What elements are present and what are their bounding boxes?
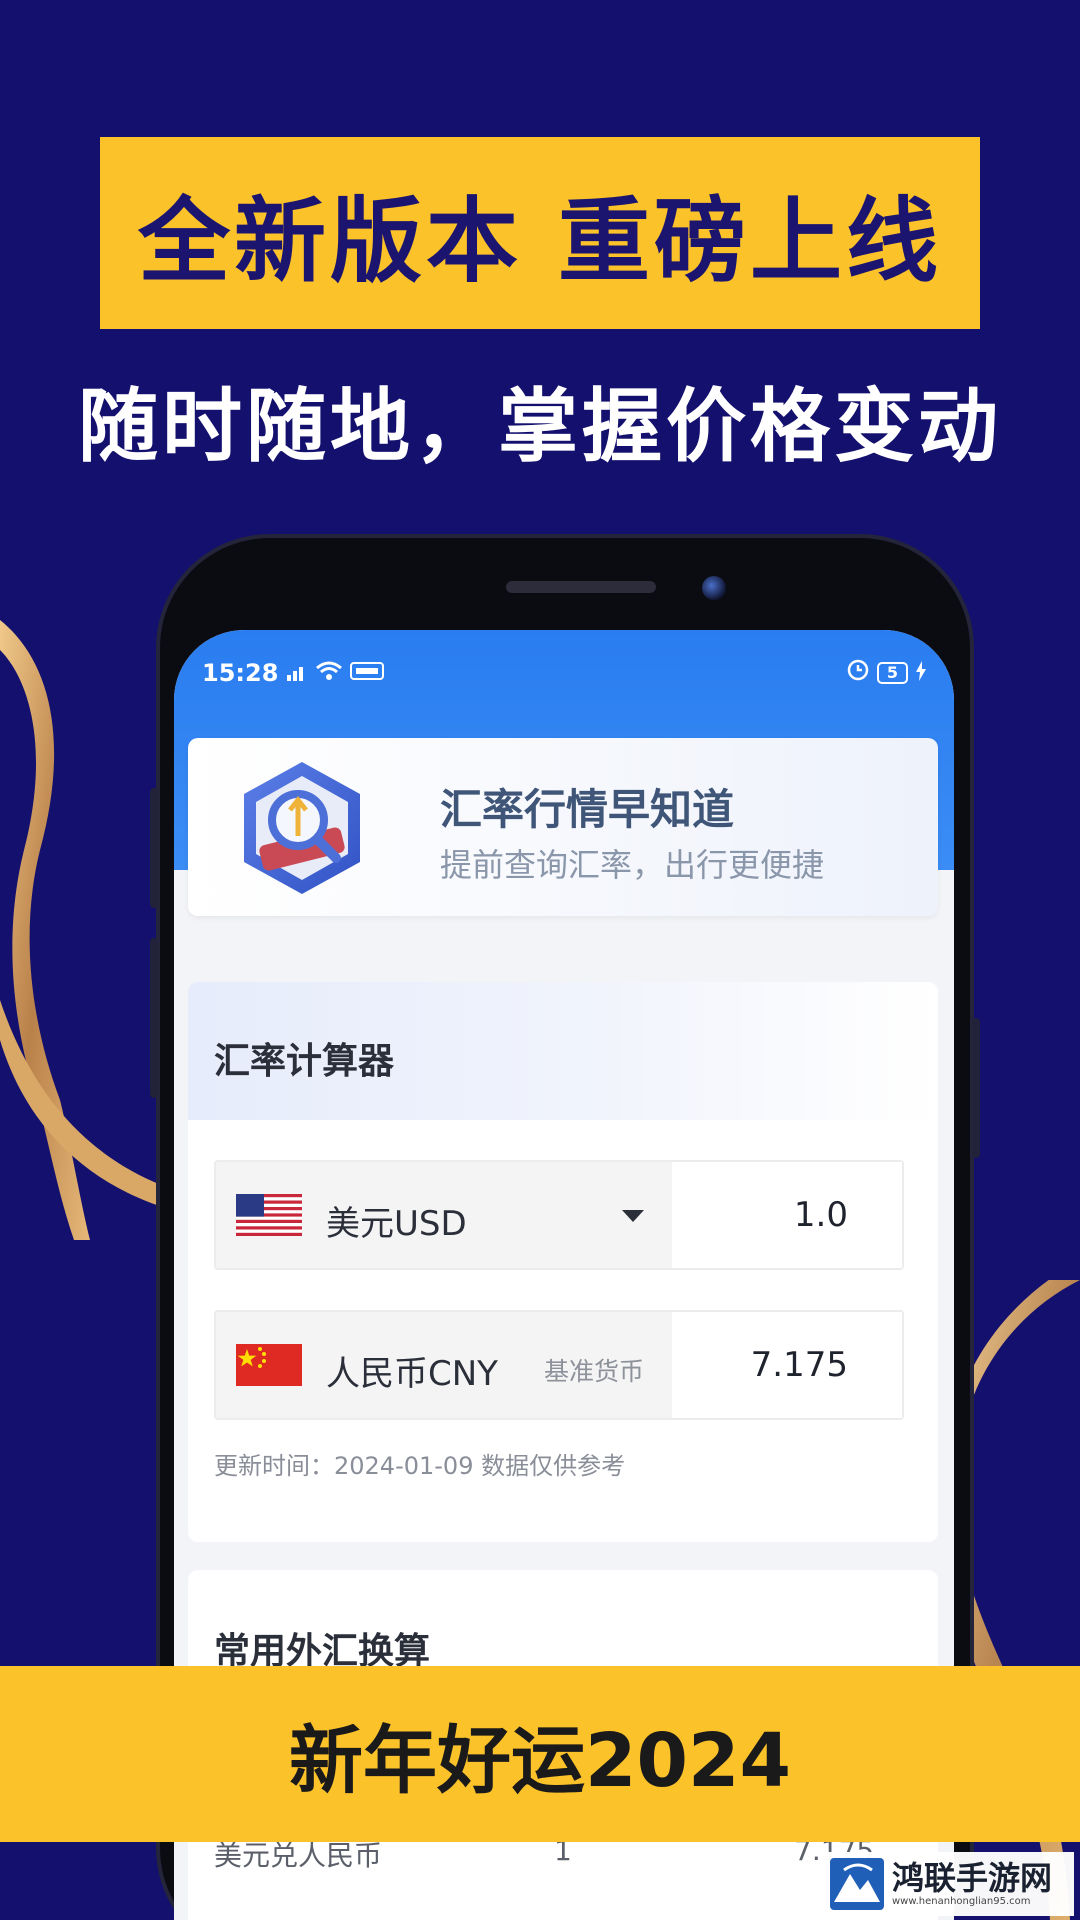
phone-side-button [972, 1018, 980, 1158]
wifi-icon [316, 659, 343, 687]
battery-indicator: 5 [876, 662, 908, 684]
network-type-icon [350, 659, 385, 687]
charging-icon [916, 659, 926, 687]
bottom-slogan-banner: 新年好运2024 [0, 1666, 1080, 1842]
bottom-slogan-text: 新年好运2024 [289, 1717, 791, 1804]
headline-banner: 全新版本 重磅上线 [100, 137, 980, 329]
to-currency-name: 人民币CNY [326, 1354, 498, 1394]
signal-icon [286, 659, 308, 687]
dropdown-caret-icon[interactable] [622, 1210, 644, 1222]
calculator-title: 汇率计算器 [214, 1041, 395, 1082]
fx-list-item[interactable]: 美元兑人民币 1 7.175 [214, 1834, 904, 1894]
alarm-icon [847, 659, 869, 687]
status-bar: 15:28 5 [174, 648, 954, 698]
promo-subtitle: 提前查询汇率，出行更便捷 [440, 846, 825, 884]
from-currency-name: 美元USD [326, 1204, 467, 1244]
update-time-note: 更新时间：2024-01-09 数据仅供参考 [214, 1452, 626, 1480]
from-currency-row[interactable]: 美元USD 1.0 [214, 1160, 904, 1270]
watermark-logo-icon [830, 1858, 884, 1910]
from-amount-input[interactable]: 1.0 [672, 1162, 902, 1268]
phone-camera [702, 576, 726, 600]
promo-title: 汇率行情早知道 [440, 785, 735, 834]
exchange-search-logo-icon [244, 762, 360, 894]
to-currency-row[interactable]: 人民币CNY 基准货币 7.175 [214, 1310, 904, 1420]
headline-text: 全新版本 重磅上线 [137, 187, 943, 295]
status-time: 15:28 [202, 659, 279, 687]
watermark-title: 鸿联手游网 [892, 1859, 1053, 1897]
cn-flag-icon [236, 1344, 302, 1386]
subhead-text: 随时随地，掌握价格变动 [78, 380, 1002, 473]
site-watermark: 鸿联手游网 www.henanhonglian95.com [822, 1852, 1074, 1916]
base-currency-tag: 基准货币 [544, 1357, 645, 1386]
phone-side-button [150, 938, 158, 1098]
us-flag-icon [236, 1194, 302, 1236]
phone-side-button [150, 788, 158, 908]
watermark-url: www.henanhonglian95.com [892, 1896, 1031, 1907]
phone-speaker [506, 581, 656, 593]
promo-banner-card[interactable]: 汇率行情早知道 提前查询汇率，出行更便捷 [188, 738, 938, 916]
to-amount-value[interactable]: 7.175 [672, 1312, 902, 1418]
exchange-calculator-card: 汇率计算器 美元USD 1.0 人民币CNY 基准货币 7.175 更新时间：2… [188, 982, 938, 1542]
